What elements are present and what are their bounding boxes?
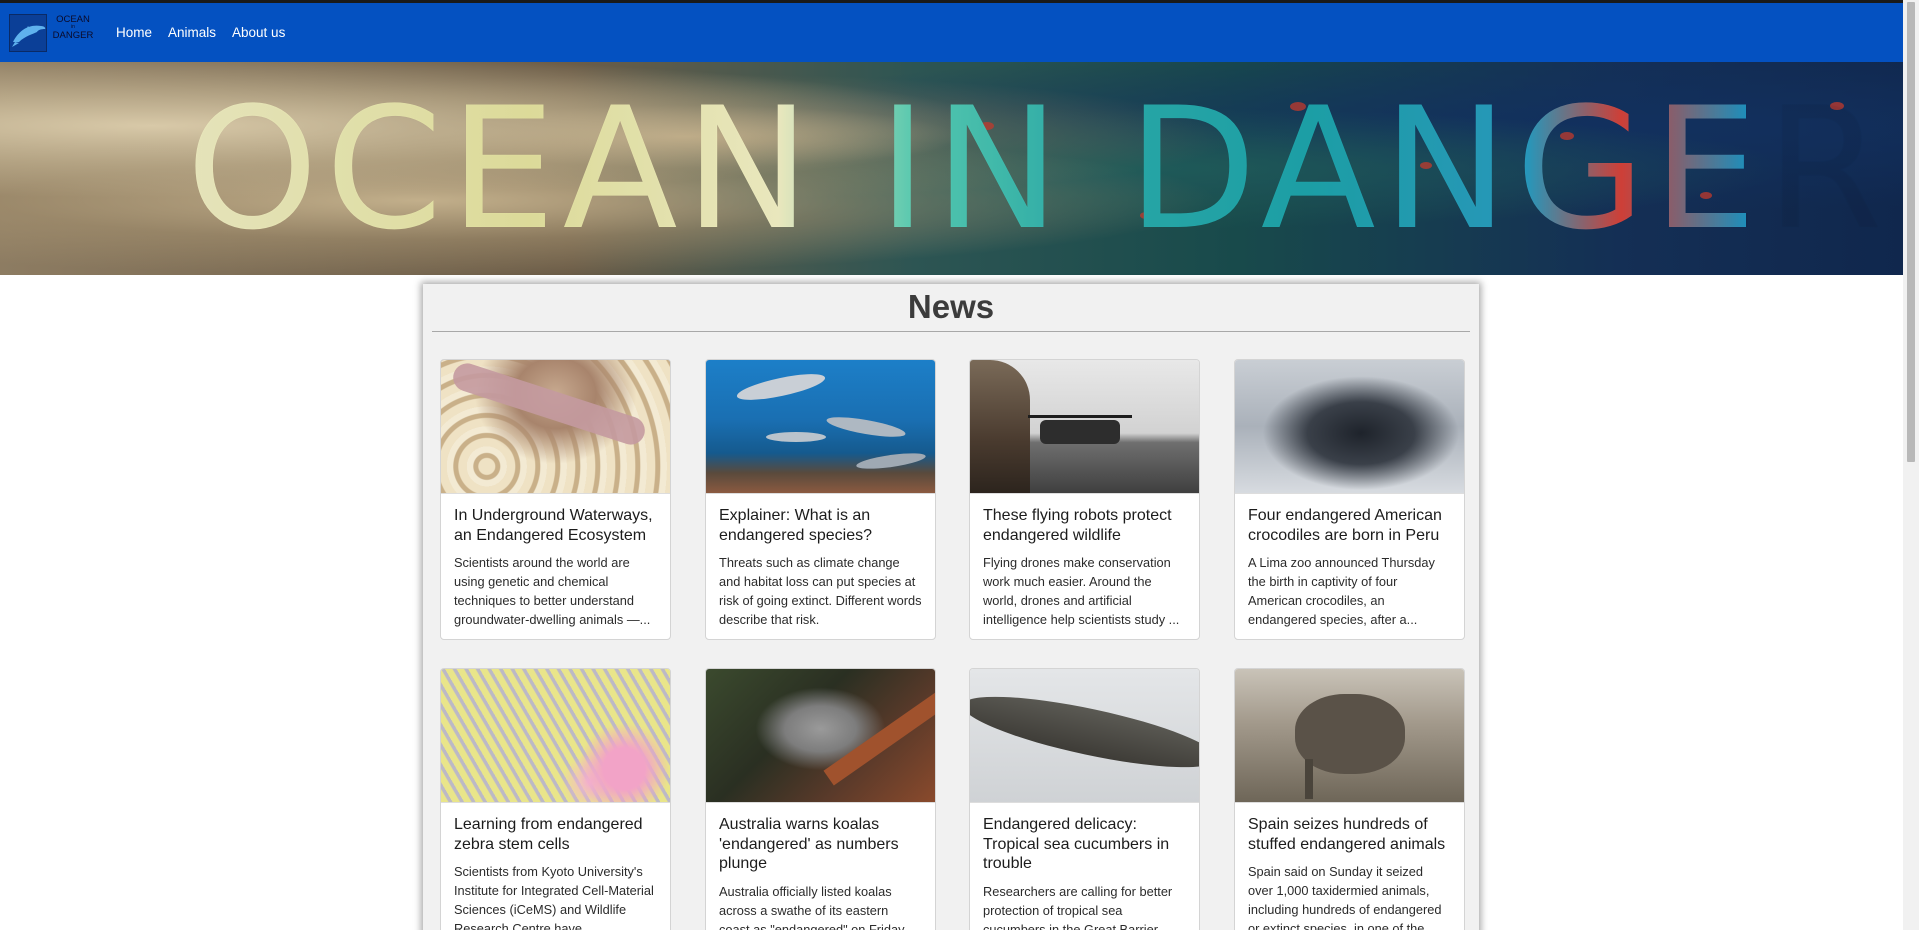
- news-card[interactable]: Spain seizes hundreds of stuffed endange…: [1234, 668, 1465, 930]
- news-card[interactable]: Explainer: What is an endangered species…: [705, 359, 936, 640]
- news-divider: [432, 331, 1470, 332]
- card-title[interactable]: Explainer: What is an endangered species…: [719, 506, 922, 545]
- news-card[interactable]: These flying robots protect endangered w…: [969, 359, 1200, 640]
- card-text: Threats such as climate change and habit…: [719, 555, 922, 627]
- salamander-photo[interactable]: [441, 360, 670, 494]
- nav-about-us[interactable]: About us: [232, 25, 285, 40]
- card-text: Australia officially listed koalas acros…: [719, 883, 915, 930]
- page-scrollbar[interactable]: [1903, 0, 1919, 930]
- card-text: A Lima zoo announced Thursday the birth …: [1248, 555, 1435, 627]
- sea-cucumber-photo[interactable]: [970, 669, 1199, 803]
- news-card[interactable]: In Underground Waterways, an Endangered …: [440, 359, 671, 640]
- card-text: Scientists from Kyoto University's Insti…: [454, 864, 654, 930]
- crocodile-photo[interactable]: [1235, 360, 1464, 494]
- drone-photo[interactable]: [970, 360, 1199, 494]
- logo-text: OCEAN in DANGER: [51, 14, 95, 41]
- card-title[interactable]: These flying robots protect endangered w…: [983, 506, 1186, 545]
- news-card[interactable]: Endangered delicacy: Tropical sea cucumb…: [969, 668, 1200, 930]
- zebra-stem-cells-illustration[interactable]: [441, 669, 670, 803]
- news-card[interactable]: Australia warns koalas 'endangered' as n…: [705, 668, 936, 930]
- hero-banner: OCEAN IN DANGER: [0, 62, 1903, 275]
- card-text: Spain said on Sunday it seized over 1,00…: [1248, 864, 1442, 930]
- nav-home[interactable]: Home: [116, 25, 152, 40]
- site-logo[interactable]: OCEAN in DANGER: [9, 13, 95, 53]
- card-title[interactable]: Endangered delicacy: Tropical sea cucumb…: [983, 815, 1186, 874]
- logo-line3: DANGER: [52, 29, 94, 41]
- card-title[interactable]: In Underground Waterways, an Endangered …: [454, 506, 657, 545]
- card-title[interactable]: Four endangered American crocodiles are …: [1248, 506, 1451, 545]
- stuffed-elephant-photo[interactable]: [1235, 669, 1464, 803]
- card-text: Scientists around the world are using ge…: [454, 555, 651, 627]
- logo-line1: OCEAN: [56, 13, 90, 25]
- sharks-reef-photo[interactable]: [706, 360, 935, 494]
- nav-links: Home Animals About us: [116, 25, 285, 40]
- card-title[interactable]: Spain seizes hundreds of stuffed endange…: [1248, 815, 1451, 854]
- navbar: OCEAN in DANGER Home Animals About us: [0, 3, 1903, 62]
- news-panel: News In Underground Waterways, an Endang…: [423, 284, 1479, 930]
- card-text: Researchers are calling for better prote…: [983, 883, 1173, 930]
- koala-photo[interactable]: [706, 669, 935, 803]
- hero-title: OCEAN IN DANGER: [186, 71, 1890, 267]
- card-title[interactable]: Learning from endangered zebra stem cell…: [454, 815, 657, 854]
- news-card[interactable]: Learning from endangered zebra stem cell…: [440, 668, 671, 930]
- news-card[interactable]: Four endangered American crocodiles are …: [1234, 359, 1465, 640]
- news-heading: News: [907, 288, 995, 325]
- card-text: Flying drones make conservation work muc…: [983, 555, 1180, 627]
- card-title[interactable]: Australia warns koalas 'endangered' as n…: [719, 815, 922, 874]
- nav-animals[interactable]: Animals: [168, 25, 216, 40]
- dolphin-icon: [9, 13, 47, 52]
- scrollbar-thumb[interactable]: [1907, 2, 1915, 462]
